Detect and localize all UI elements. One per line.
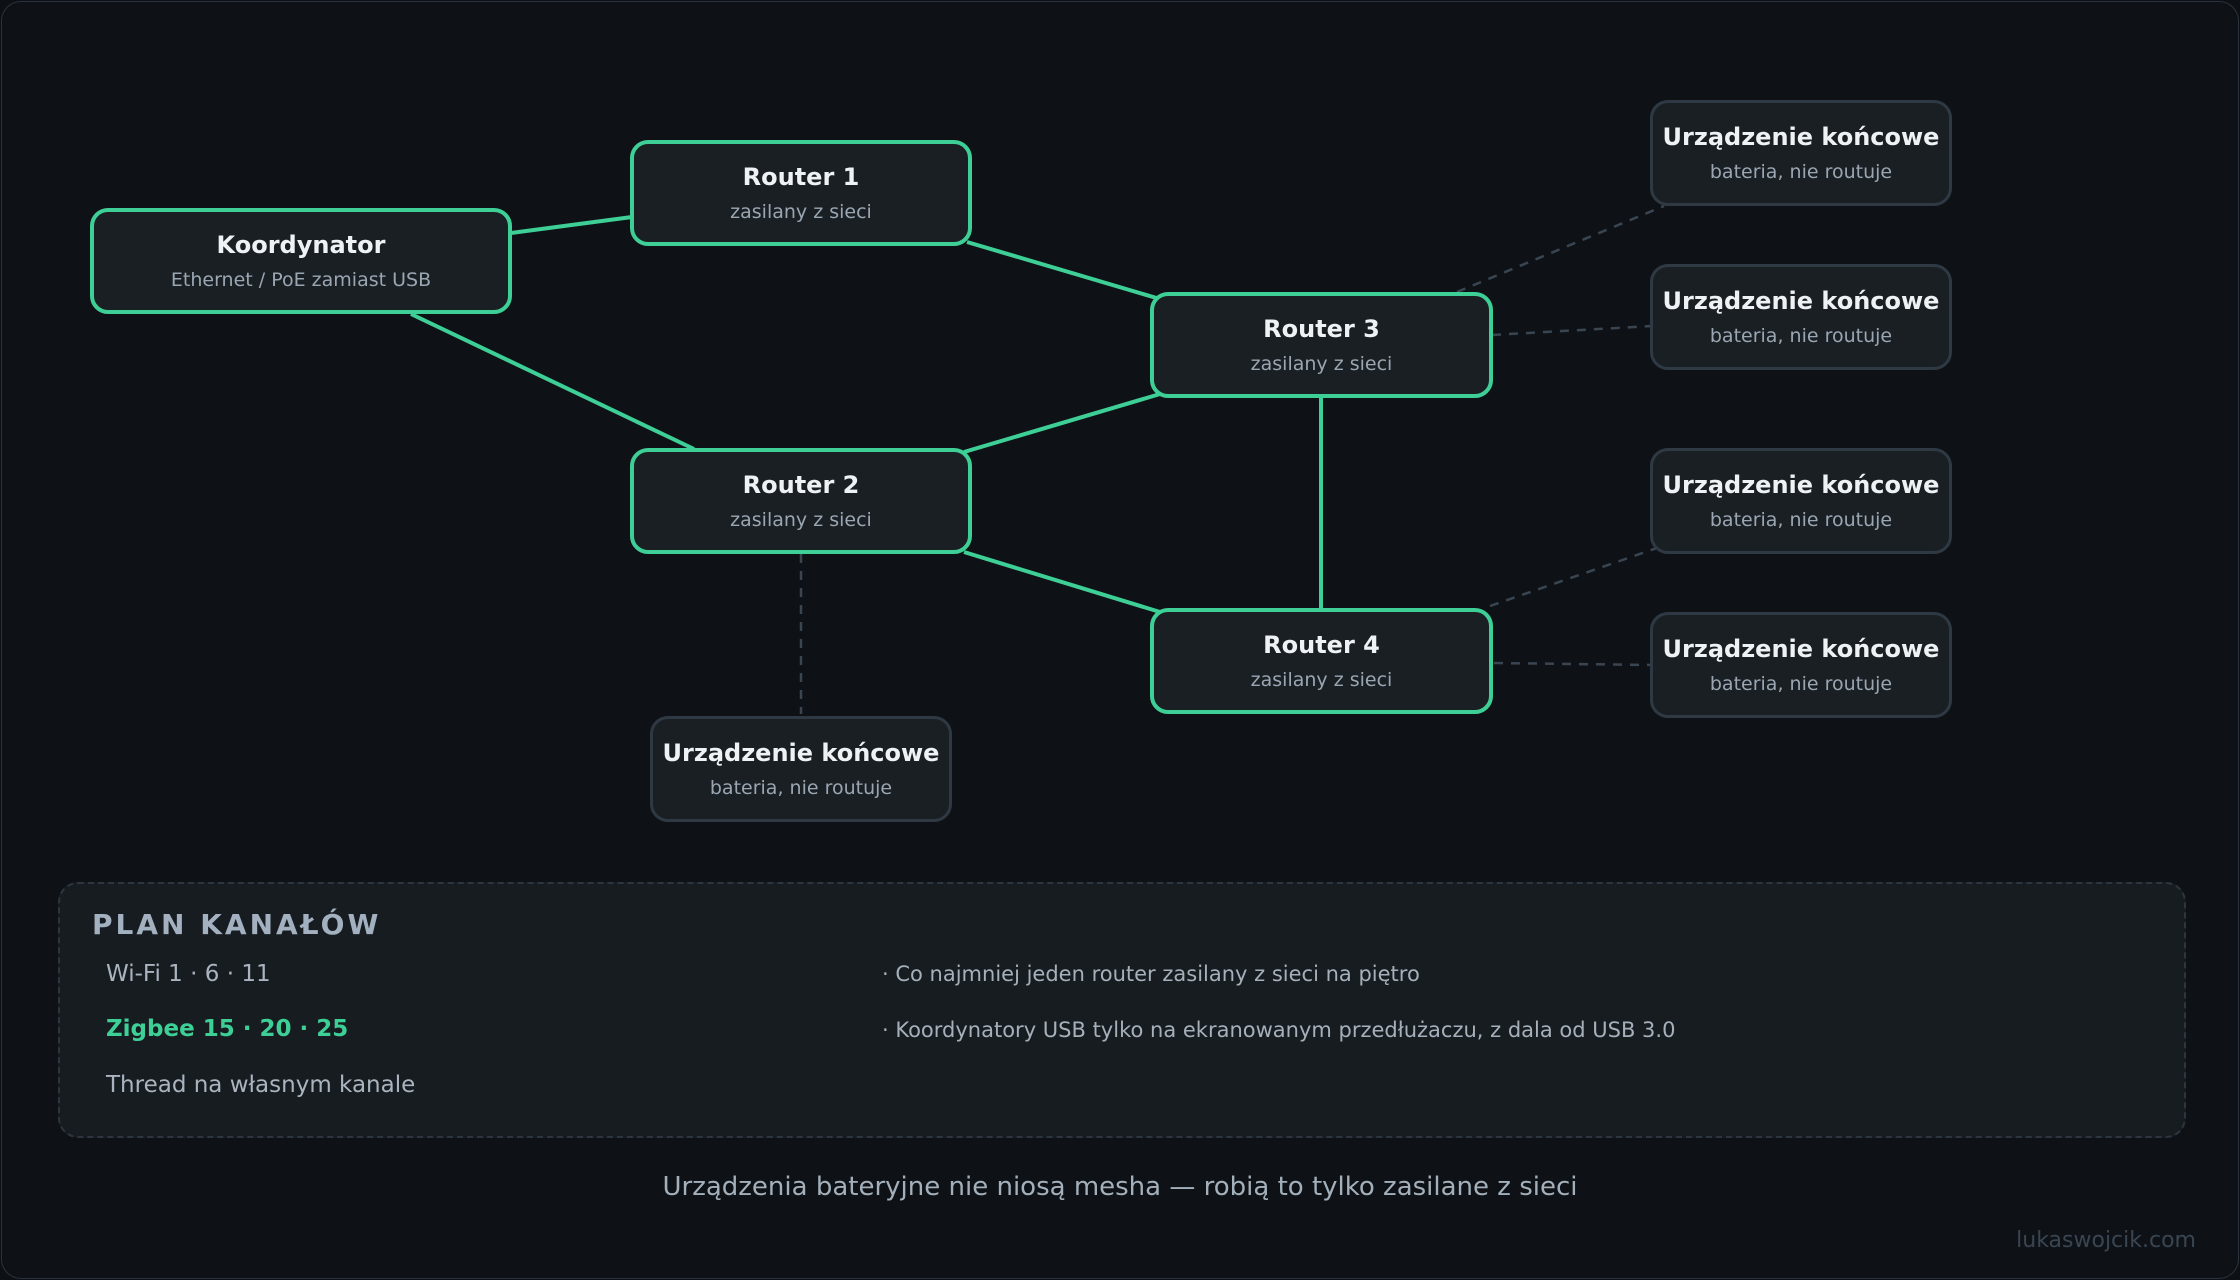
end-device-subtitle: bateria, nie routuje [1709, 673, 1893, 695]
channel-wifi: Wi-Fi 1 · 6 · 11 [106, 961, 271, 987]
router4-node: Router 4 zasilany z sieci [1150, 608, 1493, 714]
end-device-node-3: Urządzenie końcowe bateria, nie routuje [1650, 448, 1952, 554]
end-device-node-5: Urządzenie końcowe bateria, nie routuje [650, 716, 952, 822]
channel-zigbee: Zigbee 15 · 20 · 25 [106, 1016, 349, 1042]
coordinator-subtitle: Ethernet / PoE zamiast USB [170, 269, 432, 291]
router4-subtitle: zasilany z sieci [1250, 669, 1393, 691]
site-credit: lukaswojcik.com [2016, 1228, 2196, 1253]
plan-note-usb-extension: · Koordynatory USB tylko na ekranowanym … [882, 1018, 1676, 1042]
router3-title: Router 3 [1263, 315, 1380, 343]
router2-subtitle: zasilany z sieci [730, 509, 872, 531]
end-device-subtitle: bateria, nie routuje [1709, 325, 1893, 347]
end-device-node-2: Urządzenie końcowe bateria, nie routuje [1650, 264, 1952, 370]
router3-node: Router 3 zasilany z sieci [1150, 292, 1493, 398]
end-device-title: Urządzenie końcowe [1662, 287, 1940, 315]
link-router4-end4 [1493, 661, 1653, 667]
end-device-title: Urządzenie końcowe [662, 739, 940, 767]
end-device-title: Urządzenie końcowe [1662, 471, 1940, 499]
end-device-title: Urządzenie końcowe [1662, 635, 1940, 663]
router4-title: Router 4 [1263, 631, 1380, 659]
end-device-subtitle: bateria, nie routuje [1709, 161, 1893, 183]
link-router3-end1 [1456, 204, 1665, 294]
link-router3-end2 [1491, 324, 1653, 337]
router1-subtitle: zasilany z sieci [730, 201, 872, 223]
end-device-subtitle: bateria, nie routuje [1709, 509, 1893, 531]
end-device-node-1: Urządzenie końcowe bateria, nie routuje [1650, 100, 1952, 206]
end-device-subtitle: bateria, nie routuje [709, 777, 893, 799]
coordinator-title: Koordynator [216, 231, 386, 259]
channel-plan-panel: PLAN KANAŁÓW Wi-Fi 1 · 6 · 11 Zigbee 15 … [58, 882, 2186, 1138]
coordinator-node: Koordynator Ethernet / PoE zamiast USB [90, 208, 512, 314]
channel-thread: Thread na własnym kanale [106, 1072, 416, 1098]
plan-note-router-per-floor: · Co najmniej jeden router zasilany z si… [882, 962, 1420, 986]
link-coordinator-router2 [410, 312, 695, 451]
router3-subtitle: zasilany z sieci [1250, 353, 1393, 375]
router2-node: Router 2 zasilany z sieci [630, 448, 972, 554]
router1-node: Router 1 zasilany z sieci [630, 140, 972, 246]
channel-plan-title: PLAN KANAŁÓW [92, 908, 382, 941]
router2-title: Router 2 [742, 471, 860, 499]
link-router4-end3 [1489, 546, 1658, 608]
end-device-title: Urządzenie końcowe [1662, 123, 1940, 151]
link-router1-router3 [966, 240, 1161, 301]
router1-title: Router 1 [742, 163, 860, 191]
link-router2-router4 [963, 550, 1161, 614]
link-router2-router3 [963, 392, 1161, 454]
end-device-node-4: Urządzenie końcowe bateria, nie routuje [1650, 612, 1952, 718]
link-coordinator-router1 [510, 215, 633, 235]
diagram-canvas: Koordynator Ethernet / PoE zamiast USB R… [1, 1, 2239, 1279]
footer-caption: Urządzenia bateryjne nie niosą mesha — r… [662, 1172, 1578, 1202]
